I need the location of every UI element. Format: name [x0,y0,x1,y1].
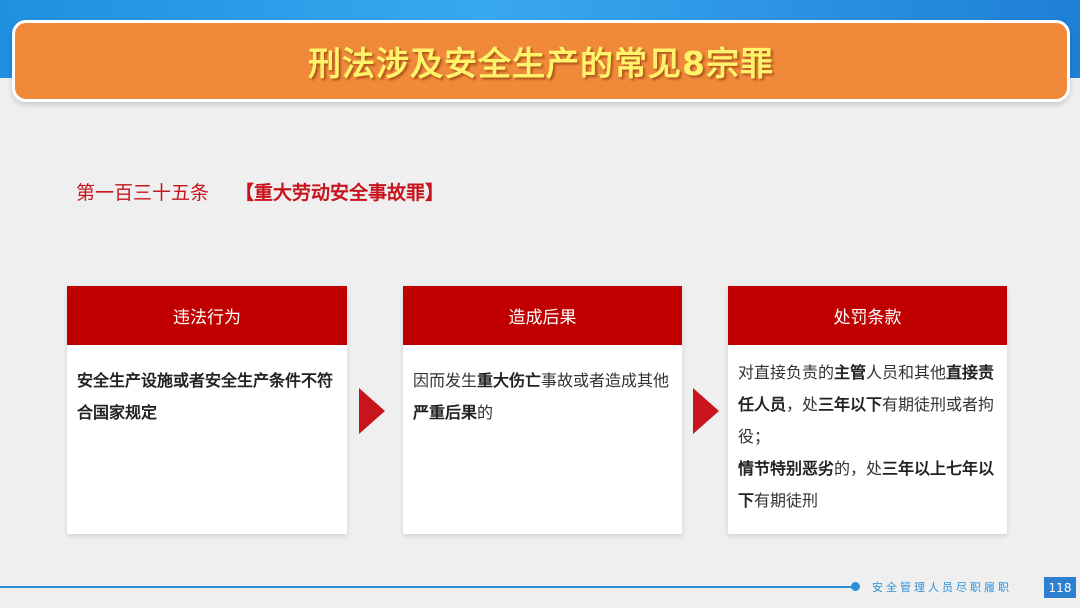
body-text: 因而发生 [413,371,478,390]
card-violation: 违法行为 安全生产设施或者安全生产条件不符合国家规定 [67,286,347,534]
card-paragraph: 安全生产设施或者安全生产条件不符合国家规定 [77,365,337,429]
emphasis-text: 情节特别恶劣 [738,459,835,478]
article-number: 第一百三十五条 [76,182,210,204]
card-body: 因而发生重大伤亡事故或者造成其他严重后果的 [403,345,682,429]
emphasis-text: 严重后果 [413,403,478,422]
card-paragraph: 对直接负责的主管人员和其他直接责任人员，处三年以下有期徒刑或者拘役； [738,357,997,453]
card-paragraph: 情节特别恶劣的，处三年以上七年以下有期徒刑 [738,453,997,517]
title-bar: 刑法涉及安全生产的常见8宗罪 [12,20,1070,102]
card-paragraph: 因而发生重大伤亡事故或者造成其他严重后果的 [413,365,672,429]
crime-name: 【重大劳动安全事故罪】 [235,182,445,204]
arrow-right-icon [693,388,719,434]
arrow-right-icon [359,388,385,434]
card-penalty: 处罚条款 对直接负责的主管人员和其他直接责任人员，处三年以下有期徒刑或者拘役；情… [728,286,1007,534]
footer-divider [0,586,852,588]
footer-dot-icon [851,582,860,591]
card-heading: 违法行为 [67,286,347,345]
body-text: 对直接负责的 [738,363,835,382]
card-heading: 处罚条款 [728,286,1007,345]
body-text: 的 [477,403,494,422]
body-text: 的，处 [834,459,883,478]
card-body: 对直接负责的主管人员和其他直接责任人员，处三年以下有期徒刑或者拘役； 情节特别恶劣… [728,345,1007,517]
page-title: 刑法涉及安全生产的常见8宗罪 [308,44,774,83]
card-body: 安全生产设施或者安全生产条件不符合国家规定 [67,345,347,429]
page-number: 118 [1044,577,1076,598]
body-text: 人员和其他 [866,363,947,382]
card-heading: 造成后果 [403,286,682,345]
body-text: 事故或者造成其他 [541,371,670,390]
article-heading: 第一百三十五条 【重大劳动安全事故罪】 [76,178,444,205]
footer-text: 安全管理人员尽职履职 [872,581,1012,594]
emphasis-text: 安全生产设施或者安全生产条件不符合国家规定 [77,371,334,422]
body-text: 有期徒刑 [754,491,819,510]
body-text: ，处 [786,395,819,414]
emphasis-text: 主管 [834,363,867,382]
card-consequence: 造成后果 因而发生重大伤亡事故或者造成其他严重后果的 [403,286,682,534]
emphasis-text: 三年以下 [818,395,883,414]
emphasis-text: 重大伤亡 [477,371,542,390]
